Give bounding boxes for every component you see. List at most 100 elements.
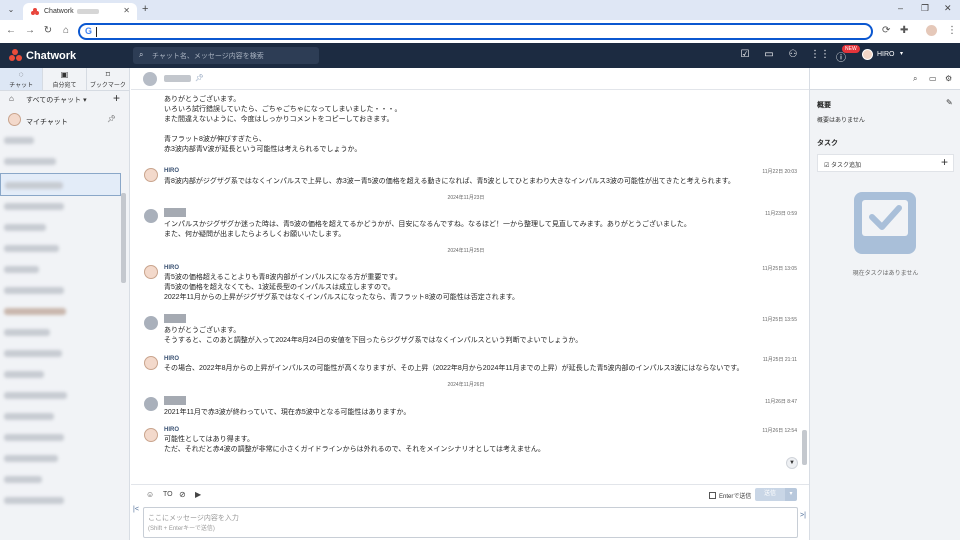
- room-avatar[interactable]: [143, 72, 157, 86]
- avatar[interactable]: [144, 428, 158, 442]
- room-item-selected[interactable]: [0, 173, 121, 196]
- room-item[interactable]: [0, 218, 121, 238]
- timestamp: 11月26日 12:54: [762, 428, 797, 434]
- send-options-button[interactable]: ▾: [785, 488, 797, 501]
- room-item[interactable]: [0, 407, 121, 427]
- collapse-right-button[interactable]: >|: [800, 512, 806, 519]
- tab-mentions[interactable]: ▣ 自分宛て: [43, 68, 87, 90]
- tab-bookmarks-label: ブックマーク: [89, 83, 126, 89]
- puzzle-icon[interactable]: ✚: [900, 25, 908, 36]
- sidebar-scrollbar[interactable]: [121, 193, 126, 283]
- video-call-icon[interactable]: ▶: [195, 490, 201, 499]
- message-timeline[interactable]: ありがとうございます。 いろいろ試行錯誤していたら、ごちゃごちゃになってしまいま…: [131, 91, 809, 478]
- tab-close-icon[interactable]: ✕: [123, 6, 130, 15]
- logo-text: Chatwork: [26, 49, 77, 62]
- timeline-scrollbar[interactable]: [802, 430, 807, 465]
- room-item[interactable]: [0, 260, 121, 280]
- reload-icon[interactable]: ↻: [42, 25, 54, 36]
- gear-icon[interactable]: ⚙: [945, 74, 952, 83]
- room-item[interactable]: [0, 197, 121, 217]
- pin-icon[interactable]: 📌︎: [107, 115, 116, 123]
- room-item[interactable]: [0, 239, 121, 259]
- apps-grid-icon[interactable]: ⋮⋮: [810, 49, 830, 60]
- home-icon[interactable]: ⌂: [60, 25, 72, 36]
- room-item[interactable]: [0, 152, 121, 172]
- room-item[interactable]: [0, 302, 121, 322]
- sender-name[interactable]: HIRO: [164, 265, 179, 271]
- avatar[interactable]: [144, 356, 158, 370]
- room-item[interactable]: [0, 491, 121, 511]
- forward-icon[interactable]: →: [24, 25, 36, 36]
- message-input[interactable]: ここにメッセージ内容を入力 (Shift + Enterキーで送信): [143, 507, 798, 538]
- edit-icon[interactable]: ✎: [946, 98, 953, 107]
- task-check-icon[interactable]: ☑: [738, 49, 752, 60]
- folder-icon[interactable]: ▭: [929, 74, 937, 83]
- message-body: 可能性としてはあり得ます。 ただ、それだと赤4波の調整が非常に小さくガイドライン…: [164, 436, 545, 453]
- profile-avatar[interactable]: [926, 25, 937, 36]
- room-item[interactable]: [0, 449, 121, 469]
- address-bar[interactable]: G: [78, 23, 873, 40]
- sender-name-redacted[interactable]: [164, 396, 186, 405]
- enter-to-send-toggle[interactable]: Enterで送信: [709, 491, 751, 500]
- room-item[interactable]: [0, 386, 121, 406]
- composer-toolbar: ☺ TO ⊘ ▶ Enterで送信 送信 ▾: [131, 484, 809, 504]
- room-item[interactable]: [0, 470, 121, 490]
- enter-to-send-checkbox[interactable]: [709, 492, 716, 499]
- collapse-left-button[interactable]: |<: [133, 506, 139, 513]
- send-button[interactable]: 送信: [755, 488, 785, 501]
- task-title: タスク: [817, 140, 838, 147]
- sidebar-item-my-chat[interactable]: マイチャット 📌︎: [0, 110, 129, 130]
- add-task-button[interactable]: ☑ タスク追加 +: [817, 154, 954, 172]
- room-item[interactable]: [0, 323, 121, 343]
- sender-name[interactable]: HIRO: [164, 356, 179, 362]
- kebab-menu-icon[interactable]: ⋮: [947, 25, 957, 36]
- room-item[interactable]: [0, 428, 121, 448]
- room-item[interactable]: [0, 344, 121, 364]
- user-avatar[interactable]: [862, 49, 873, 60]
- avatar[interactable]: [144, 316, 158, 330]
- tab-bookmarks[interactable]: ⌑ ブックマーク: [87, 68, 129, 90]
- avatar[interactable]: [144, 209, 158, 223]
- attach-icon[interactable]: ⊘: [179, 490, 186, 499]
- avatar: [8, 113, 21, 126]
- sender-name[interactable]: HIRO: [164, 168, 179, 174]
- chat-search-input[interactable]: ⌕ チャット名、メッセージ内容を検索: [133, 47, 319, 64]
- tab-search-icon[interactable]: ⌄: [5, 4, 17, 16]
- folder-icon[interactable]: ▭: [762, 49, 776, 60]
- enter-to-send-label: Enterで送信: [719, 494, 752, 500]
- maximize-icon[interactable]: ❐: [921, 3, 929, 14]
- overview-title: 概要: [817, 102, 831, 109]
- user-name[interactable]: HIRO: [877, 51, 895, 58]
- search-icon[interactable]: ⌕: [913, 74, 917, 84]
- message-body: 青8波内部がジグザグ系ではなくインパルスで上昇し、赤3波ー青5波の価格を超える動…: [164, 178, 735, 185]
- minimize-icon[interactable]: –: [898, 3, 903, 13]
- avatar[interactable]: [144, 265, 158, 279]
- new-tab-button[interactable]: +: [142, 3, 148, 15]
- back-icon[interactable]: ←: [5, 25, 17, 36]
- google-icon: G: [85, 26, 93, 36]
- chatwork-header: Chatwork ⌕ チャット名、メッセージ内容を検索 ☑ ▭ ⚇ ⋮⋮ ⓘ N…: [0, 43, 960, 68]
- room-item[interactable]: [0, 131, 121, 151]
- to-button[interactable]: TO: [163, 491, 173, 498]
- tab-chat[interactable]: ◌ チャット: [0, 68, 44, 90]
- extension-icon[interactable]: ⟳: [882, 25, 890, 36]
- room-name-redacted[interactable]: [164, 75, 191, 82]
- avatar[interactable]: [144, 168, 158, 182]
- all-chats-filter[interactable]: ⌂ すべてのチャット ▾ +: [0, 91, 129, 107]
- sender-name-redacted[interactable]: [164, 314, 186, 323]
- room-item[interactable]: [0, 281, 121, 301]
- sender-name[interactable]: HIRO: [164, 427, 179, 433]
- close-window-icon[interactable]: ✕: [944, 3, 952, 14]
- emoji-icon[interactable]: ☺: [146, 490, 154, 499]
- room-item[interactable]: [0, 365, 121, 385]
- add-task-label: ☑ タスク追加: [824, 163, 862, 169]
- browser-tab[interactable]: Chatwork ✕: [23, 3, 137, 20]
- chevron-down-icon[interactable]: ▾: [900, 50, 903, 57]
- avatar[interactable]: [144, 397, 158, 411]
- add-contact-icon[interactable]: ⚇: [786, 49, 800, 60]
- sender-name-redacted[interactable]: [164, 208, 186, 217]
- pin-icon[interactable]: 📌︎: [195, 74, 204, 82]
- chatwork-logo[interactable]: Chatwork: [9, 49, 76, 62]
- scroll-to-bottom-button[interactable]: ▼: [786, 457, 798, 469]
- add-chat-button[interactable]: +: [113, 91, 120, 105]
